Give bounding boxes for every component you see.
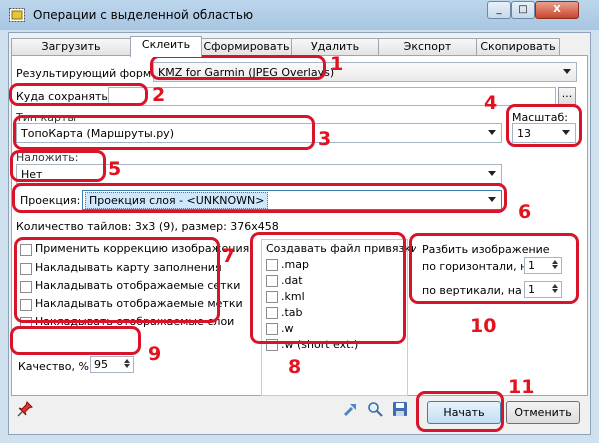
checkbox[interactable] xyxy=(266,339,278,351)
tab-load[interactable]: Загрузить xyxy=(11,38,131,56)
split-vertical-value: 1 xyxy=(528,283,535,296)
checkbox[interactable] xyxy=(266,259,278,271)
checkbox[interactable] xyxy=(266,291,278,303)
option-fill-map[interactable]: Накладывать карту заполнения xyxy=(16,261,228,277)
annotation-number-10: 10 xyxy=(470,315,497,337)
annotation-number-4: 4 xyxy=(484,92,498,114)
option-layers[interactable]: Накладывать отображаемые слои xyxy=(16,315,234,331)
spin-arrows-icon[interactable] xyxy=(549,259,560,272)
split-vertical-spinner[interactable]: 1 xyxy=(524,281,562,298)
overlay-value: Нет xyxy=(21,168,43,181)
split-vertical-label: по вертикали, на xyxy=(422,284,522,297)
scale-select[interactable]: 13 xyxy=(512,123,576,143)
georef-w[interactable]: .w xyxy=(262,322,402,337)
checkbox[interactable] xyxy=(20,244,32,256)
quality-spinner[interactable]: 95 xyxy=(90,356,134,373)
chevron-down-icon xyxy=(563,69,571,74)
close-button[interactable]: X xyxy=(535,1,579,19)
chevron-down-icon xyxy=(488,197,496,202)
minimize-button[interactable]: _ xyxy=(487,1,511,19)
zoom-icon[interactable] xyxy=(367,401,383,417)
tab-copy[interactable]: Скопировать xyxy=(476,38,560,56)
tab-generate[interactable]: Сформировать xyxy=(201,38,292,56)
annotation-number-3: 3 xyxy=(318,128,332,150)
annotation-number-11: 11 xyxy=(508,376,535,398)
split-horizontal-label: по горизонтали, на xyxy=(422,260,535,273)
projection-select[interactable]: Проекция слоя - <UNKNOWN> xyxy=(82,190,502,210)
tab-export[interactable]: Экспорт xyxy=(378,38,477,56)
quality-label: Качество, % xyxy=(18,360,89,373)
checkbox[interactable] xyxy=(266,323,278,335)
dialog-window: Операции с выделенной областью _ □ X Заг… xyxy=(0,0,599,443)
format-label: Результирующий формат xyxy=(16,67,165,80)
spin-arrows-icon[interactable] xyxy=(121,358,132,371)
annotation-number-2: 2 xyxy=(152,84,166,106)
projection-label: Проекция: xyxy=(20,194,81,207)
overlay-select[interactable]: Нет xyxy=(16,164,502,184)
save-disk-icon[interactable] xyxy=(392,401,408,417)
spin-arrows-icon[interactable] xyxy=(549,283,560,296)
start-button[interactable]: Начать xyxy=(427,401,501,424)
annotation-number-5: 5 xyxy=(108,158,122,180)
format-value: KMZ for Garmin (JPEG Overlays) xyxy=(158,66,335,79)
stitch-panel: Результирующий формат KMZ for Garmin (JP… xyxy=(11,55,588,396)
option-marks[interactable]: Накладывать отображаемые метки xyxy=(16,297,243,313)
chevron-down-icon xyxy=(488,171,496,176)
map-type-select[interactable]: ТопоКарта (Маршруты.ру) xyxy=(16,123,502,143)
checkbox[interactable] xyxy=(20,317,32,329)
save-path-label: Куда сохранять: xyxy=(16,90,112,103)
projection-value: Проекция слоя - <UNKNOWN> xyxy=(85,192,269,209)
option-image-correction[interactable]: Применить коррекцию изображения xyxy=(16,242,249,258)
pin-icon[interactable] xyxy=(17,401,33,417)
annotation-number-9: 9 xyxy=(148,343,162,365)
annotation-number-7: 7 xyxy=(222,245,236,267)
georef-group: Создавать файл привязки: .map .dat .kml … xyxy=(261,239,422,396)
tab-strip: Загрузить Склеить Сформировать Удалить Э… xyxy=(9,36,592,57)
tiles-info: Количество тайлов: 3x3 (9), размер: 376x… xyxy=(16,220,279,233)
annotation-number-1: 1 xyxy=(330,53,344,75)
app-icon xyxy=(9,8,25,22)
chevron-down-icon xyxy=(488,130,496,135)
split-group: Разбить изображение по горизонтали, на 1… xyxy=(416,239,577,317)
window-title: Операции с выделенной областью xyxy=(33,8,254,22)
annotation-number-8: 8 xyxy=(288,356,302,378)
georef-arrow-icon[interactable] xyxy=(343,401,359,417)
option-grids[interactable]: Накладывать отображаемые сетки xyxy=(16,279,240,295)
map-type-value: ТопоКарта (Маршруты.ру) xyxy=(21,127,174,140)
render-options: Применить коррекцию изображения Накладыв… xyxy=(16,239,249,347)
chevron-down-icon xyxy=(562,130,570,135)
georef-kml[interactable]: .kml xyxy=(262,290,402,305)
format-select[interactable]: KMZ for Garmin (JPEG Overlays) xyxy=(153,62,577,82)
georef-title: Создавать файл привязки: xyxy=(266,242,422,255)
georef-map[interactable]: .map xyxy=(262,258,402,273)
checkbox[interactable] xyxy=(266,307,278,319)
split-horizontal-spinner[interactable]: 1 xyxy=(524,257,562,274)
checkbox[interactable] xyxy=(20,299,32,311)
browse-button[interactable]: ... xyxy=(558,87,576,105)
checkbox[interactable] xyxy=(20,263,32,275)
maximize-button[interactable]: □ xyxy=(511,1,535,19)
georef-tab[interactable]: .tab xyxy=(262,306,402,321)
georef-dat[interactable]: .dat xyxy=(262,274,402,289)
split-horizontal-value: 1 xyxy=(528,259,535,272)
cancel-button[interactable]: Отменить xyxy=(506,401,580,424)
split-title: Разбить изображение xyxy=(422,243,550,256)
title-bar: Операции с выделенной областью _ □ X xyxy=(0,0,599,30)
tab-stitch[interactable]: Склеить xyxy=(130,36,202,57)
scale-value: 13 xyxy=(517,127,531,140)
quality-value: 95 xyxy=(94,358,108,371)
annotation-number-6: 6 xyxy=(518,201,532,223)
georef-w-short[interactable]: .w (short ext.) xyxy=(262,338,402,353)
checkbox[interactable] xyxy=(266,275,278,287)
overlay-label: Наложить: xyxy=(16,151,79,164)
checkbox[interactable] xyxy=(20,281,32,293)
